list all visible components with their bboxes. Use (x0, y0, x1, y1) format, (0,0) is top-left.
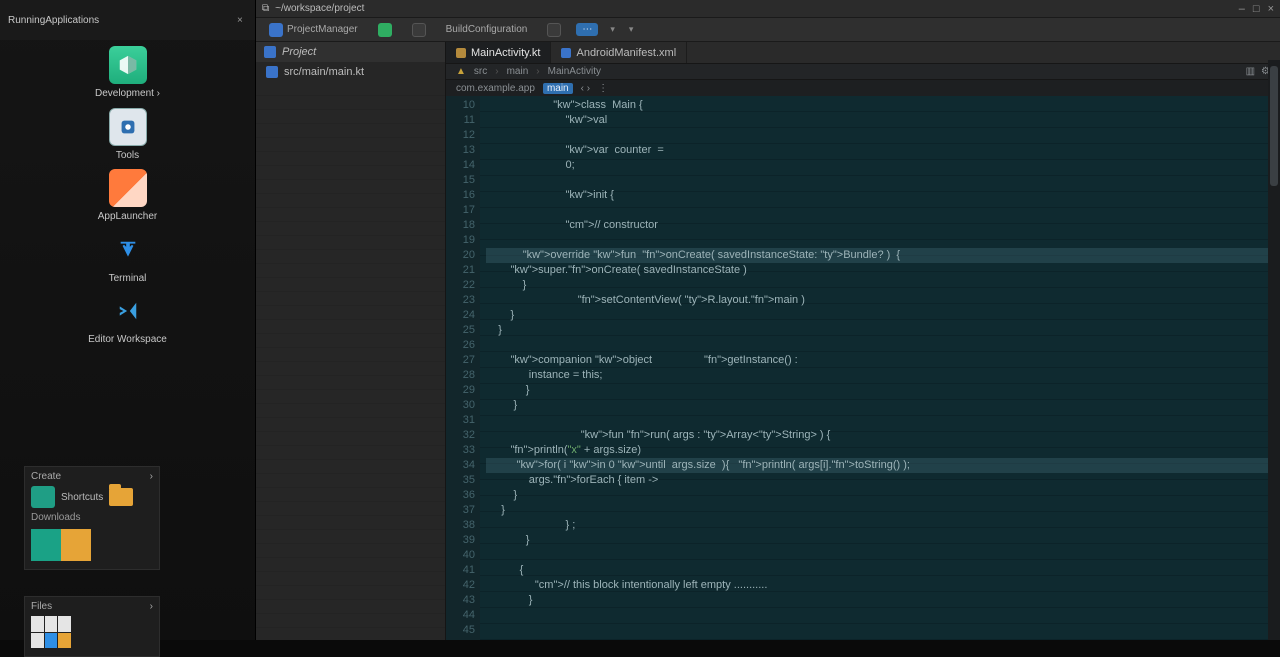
chevron-right-icon[interactable]: › (150, 471, 153, 482)
os-app-tools[interactable]: Tools (78, 108, 178, 162)
group-title: Files (31, 601, 52, 612)
editor-tab-label: MainActivity.kt (471, 47, 540, 59)
device-selector[interactable] (542, 22, 566, 38)
os-app-editor[interactable]: Editor Workspace (78, 292, 178, 346)
square-target-icon (109, 108, 147, 146)
build-config-label: BuildConfiguration (446, 24, 528, 35)
xml-file-icon (561, 48, 571, 58)
ide-titlebar[interactable]: ⧉ ~/workspace/project – □ × (256, 0, 1280, 18)
cube-icon (109, 46, 147, 84)
editor-tabstrip: MainActivity.kt AndroidManifest.xml (446, 42, 1280, 64)
window-minimize-button[interactable]: – (1239, 3, 1245, 15)
chevron-right-icon: › (536, 66, 539, 77)
os-group-files[interactable]: Files › (24, 596, 160, 657)
dropdown-icon[interactable]: ▾ (608, 24, 617, 35)
arrows-icon (109, 231, 147, 269)
nav-chip[interactable]: main (543, 83, 573, 94)
folder-icon (264, 46, 276, 58)
breadcrumb-segment[interactable]: src (474, 66, 487, 77)
project-icon (269, 23, 283, 37)
build-config-selector[interactable]: BuildConfiguration (441, 23, 533, 36)
layout-button[interactable] (407, 22, 431, 38)
os-app-launcher[interactable]: AppLauncher (78, 169, 178, 223)
run-target-pill[interactable]: ⋯ (576, 23, 598, 36)
window-close-button[interactable]: × (1268, 3, 1274, 15)
group-line2: Downloads (31, 512, 153, 523)
breadcrumb-segment[interactable]: main (507, 66, 529, 77)
code-content[interactable]: "kw">class Main { "kw">val "kw">var coun… (480, 96, 1280, 640)
navigation-bar[interactable]: com.example.app main ‹ › ⋮ (446, 80, 1280, 96)
os-task-panel: RunningApplications × Development › Tool… (0, 0, 256, 640)
os-app-development[interactable]: Development › (78, 46, 178, 100)
ide-window: ⧉ ~/workspace/project – □ × ProjectManag… (256, 0, 1280, 640)
chevron-right-icon: › (495, 66, 498, 77)
project-tree-item[interactable]: src/main/main.kt (256, 62, 445, 82)
project-tree-empty (256, 82, 445, 640)
os-app-label: Tools (116, 150, 139, 162)
window-maximize-button[interactable]: □ (1253, 3, 1260, 15)
chevron-right-icon[interactable]: › (150, 601, 153, 612)
app-icon: ⧉ (262, 3, 269, 14)
nav-package[interactable]: com.example.app (456, 83, 535, 94)
project-selector-label: ProjectManager (287, 24, 358, 35)
editor-tab[interactable]: MainActivity.kt (446, 42, 551, 63)
vertical-scrollbar[interactable] (1268, 60, 1280, 640)
split-tile-icon[interactable] (31, 529, 91, 561)
os-app-label: Terminal (109, 273, 147, 285)
layout-icon (412, 23, 426, 37)
device-icon (547, 23, 561, 37)
editor-icon (109, 292, 147, 330)
os-app-terminal[interactable]: Terminal (78, 231, 178, 285)
nav-history-icons[interactable]: ‹ › (581, 83, 590, 94)
play-icon (378, 23, 392, 37)
os-panel-title: RunningApplications (8, 15, 99, 26)
warning-icon: ▲ (456, 66, 466, 77)
project-tree: Project src/main/main.kt (256, 42, 446, 640)
kebab-icon[interactable]: ⋮ (598, 83, 608, 94)
editor-area: MainActivity.kt AndroidManifest.xml ▲ sr… (446, 42, 1280, 640)
project-tree-title: Project (282, 46, 316, 58)
breadcrumb-segment[interactable]: MainActivity (548, 66, 601, 77)
editor-tab-label: AndroidManifest.xml (576, 47, 676, 59)
os-app-label: Development › (95, 88, 160, 100)
project-tree-header[interactable]: Project (256, 42, 445, 62)
file-icon (266, 66, 278, 78)
close-icon[interactable]: × (237, 15, 247, 25)
line-gutter[interactable]: 10 11 12 13 14 15 16 17 18 19 20 21 22 2… (446, 96, 480, 640)
project-selector[interactable]: ProjectManager (264, 22, 363, 38)
group-line1: Shortcuts (61, 492, 103, 503)
os-app-label: Editor Workspace (88, 334, 167, 346)
os-panel-header: RunningApplications × (0, 0, 255, 40)
split-icon[interactable]: ▥ (1246, 66, 1255, 77)
scrollbar-thumb[interactable] (1270, 66, 1278, 186)
window-title: ~/workspace/project (275, 3, 364, 14)
group-title: Create (31, 471, 61, 482)
grid-icon[interactable] (31, 616, 71, 648)
os-app-list: Development › Tools AppLauncher Terminal… (0, 40, 255, 346)
teal-tile-icon[interactable] (31, 486, 55, 508)
editor-tab[interactable]: AndroidManifest.xml (551, 42, 687, 63)
os-group-create[interactable]: Create › Shortcuts Downloads (24, 466, 160, 570)
project-tree-item-label: src/main/main.kt (284, 66, 364, 78)
os-app-label: AppLauncher (98, 211, 158, 223)
ide-toolbar: ProjectManager BuildConfiguration ⋯ ▾ ▾ (256, 18, 1280, 42)
code-editor[interactable]: 10 11 12 13 14 15 16 17 18 19 20 21 22 2… (446, 96, 1280, 640)
dropdown-icon[interactable]: ▾ (627, 24, 636, 35)
run-button[interactable] (373, 22, 397, 38)
breadcrumb[interactable]: ▲ src › main › MainActivity ▥ ⚙ (446, 64, 1280, 80)
triangle-icon (109, 169, 147, 207)
folder-icon[interactable] (109, 488, 133, 506)
kotlin-file-icon (456, 48, 466, 58)
